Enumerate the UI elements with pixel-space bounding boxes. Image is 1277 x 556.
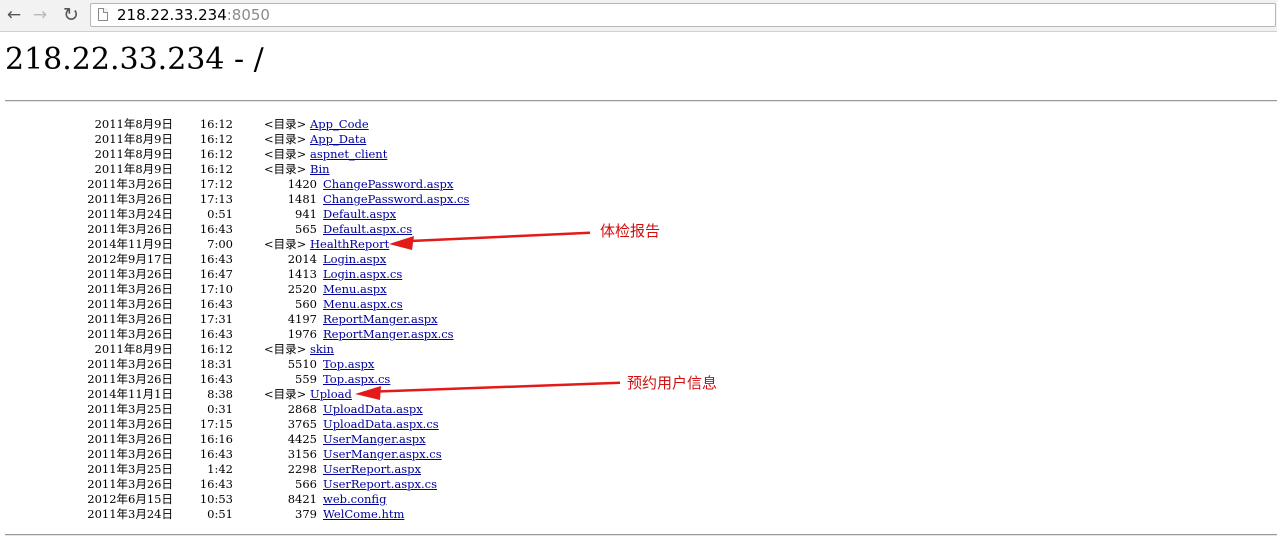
bottom-divider bbox=[5, 534, 1277, 536]
annotation-overlay bbox=[355, 231, 620, 400]
health-report-annotation: 体检报告 bbox=[600, 222, 661, 240]
upload-arrow bbox=[355, 381, 620, 400]
health-report-arrow bbox=[389, 231, 590, 250]
upload-annotation: 预约用户信息 bbox=[627, 374, 718, 392]
